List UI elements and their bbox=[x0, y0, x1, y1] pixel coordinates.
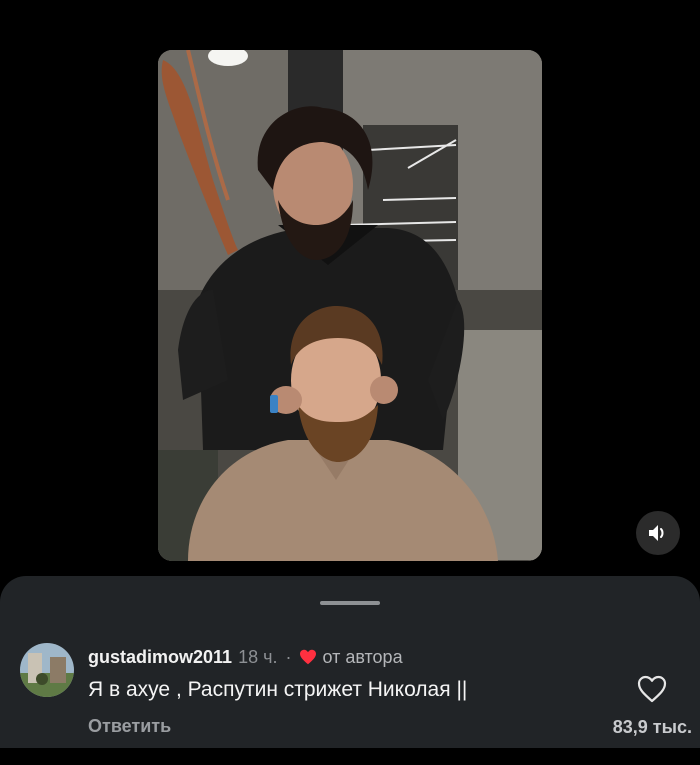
separator-dot: · bbox=[285, 647, 292, 667]
liked-by-author-label: от автора bbox=[322, 647, 403, 667]
avatar-image bbox=[20, 643, 74, 697]
comments-sheet: gustadimow2011 18 ч. · от автора Я в аху… bbox=[0, 576, 700, 748]
heart-outline-icon[interactable] bbox=[637, 675, 667, 703]
avatar[interactable] bbox=[20, 643, 74, 697]
speaker-icon bbox=[649, 525, 664, 541]
reels-comments-screen: gustadimow2011 18 ч. · от автора Я в аху… bbox=[0, 0, 700, 765]
comment-username[interactable]: gustadimow2011 bbox=[88, 646, 232, 668]
reply-button[interactable]: Ответить bbox=[88, 715, 171, 737]
video-frame-illustration bbox=[158, 50, 542, 561]
comment-time: 18 ч. bbox=[238, 647, 278, 667]
sheet-drag-handle[interactable] bbox=[320, 601, 380, 605]
mute-button[interactable] bbox=[636, 511, 680, 555]
like-count: 83,9 тыс. bbox=[612, 717, 692, 737]
comment-text: Я в ахуе , Распутин стрижет Николая || bbox=[88, 678, 468, 701]
comment-header: gustadimow2011 18 ч. · от автора bbox=[88, 646, 403, 668]
heart-filled-icon bbox=[300, 649, 317, 665]
video-preview[interactable] bbox=[158, 50, 542, 561]
